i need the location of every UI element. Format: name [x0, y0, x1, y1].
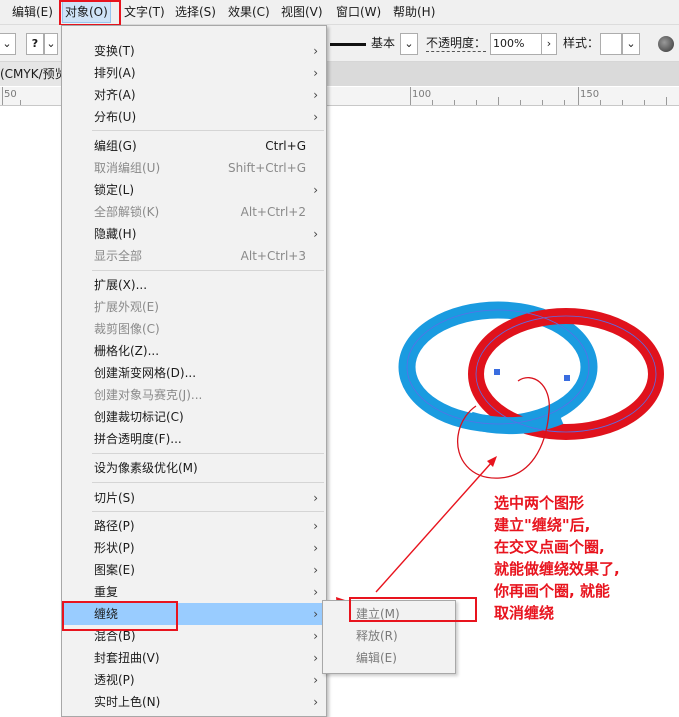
arrow-line-artwork	[375, 461, 493, 593]
annotation-line: 选中两个图形	[494, 494, 585, 512]
menu-item-live-paint[interactable]: 实时上色(N) ›	[62, 691, 326, 713]
menu-item-rasterize[interactable]: 栅格化(Z)...	[62, 340, 326, 362]
menu-item-pixel-perfect[interactable]: 设为像素级优化(M)	[62, 457, 326, 479]
anchor-point	[564, 375, 570, 381]
annotation-box-intertwine	[62, 601, 178, 631]
menu-item-trim-marks[interactable]: 创建裁切标记(C)	[62, 406, 326, 428]
menu-item-crop-image: 裁剪图像(C)	[94, 322, 160, 336]
menu-item-lock[interactable]: 锁定(L) ›	[62, 179, 326, 201]
menu-item-unlock-all: 全部解锁(K) Alt+Ctrl+2	[94, 205, 306, 219]
menu-item-perspective[interactable]: 透视(P) ›	[62, 669, 326, 691]
annotation-line: 在交叉点画个圈,	[494, 538, 605, 556]
menu-item-flatten-transparency[interactable]: 拼合透明度(F)...	[62, 428, 326, 450]
menu-item-show-all: 显示全部 Alt+Ctrl+3	[94, 249, 306, 263]
menu-item-repeat[interactable]: 重复 ›	[62, 581, 326, 603]
menu-item-ungroup: 取消编组(U) Shift+Ctrl+G	[94, 161, 306, 175]
menu-item-align[interactable]: 对齐(A) ›	[62, 84, 326, 106]
menu-item-hide[interactable]: 隐藏(H) ›	[62, 223, 326, 245]
woven-overlap-segment	[467, 408, 564, 435]
annotation-box-make	[349, 597, 477, 622]
menu-item-slice[interactable]: 切片(S) ›	[62, 487, 326, 509]
menu-item-group[interactable]: 编组(G) Ctrl+G	[62, 135, 326, 157]
menu-item-envelope-distort[interactable]: 封套扭曲(V) ›	[62, 647, 326, 669]
menu-item-expand[interactable]: 扩展(X)...	[62, 274, 326, 296]
menu-item-arrange[interactable]: 排列(A) ›	[62, 62, 326, 84]
menu-item-path[interactable]: 路径(P) ›	[62, 515, 326, 537]
menu-item-shape[interactable]: 形状(P) ›	[62, 537, 326, 559]
annotation-line: 你再画个圈, 就能	[494, 582, 610, 600]
submenu-item-release: 释放(R)	[356, 629, 398, 643]
annotation-line: 取消缠绕	[494, 604, 555, 622]
annotation-line: 建立"缠绕"后,	[494, 516, 591, 534]
menu-item-distribute[interactable]: 分布(U) ›	[62, 106, 326, 128]
menu-item-expand-appearance: 扩展外观(E)	[94, 300, 159, 314]
submenu-item-edit: 编辑(E)	[356, 651, 397, 665]
menu-item-transform[interactable]: 变换(T) ›	[62, 40, 326, 62]
anchor-point	[494, 369, 500, 375]
menu-item-gradient-mesh[interactable]: 创建渐变网格(D)...	[62, 362, 326, 384]
annotation-text: 选中两个图形 建立"缠绕"后, 在交叉点画个圈, 就能做缠绕效果了, 你再画个圈…	[494, 492, 679, 624]
menu-item-object-mosaic: 创建对象马赛克(J)...	[94, 388, 203, 402]
annotation-line: 就能做缠绕效果了,	[494, 560, 620, 578]
menu-item-pattern[interactable]: 图案(E) ›	[62, 559, 326, 581]
